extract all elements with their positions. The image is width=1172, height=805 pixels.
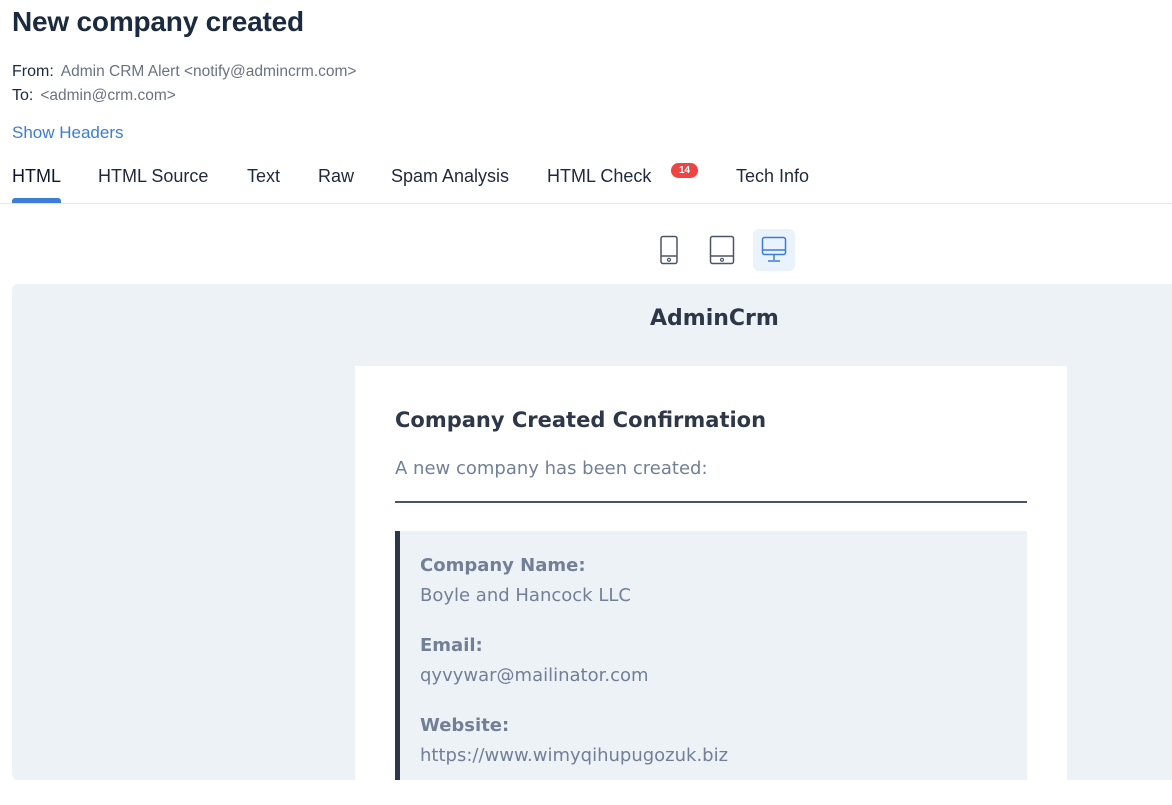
to-row: To: <admin@crm.com> [12, 87, 176, 105]
divider [395, 501, 1027, 503]
tab-bar: HTML HTML Source Text Raw Spam Analysis … [0, 160, 1172, 204]
device-desktop-button[interactable] [753, 229, 795, 271]
email-card: Company Created Confirmation A new compa… [355, 366, 1067, 780]
company-name-value: Boyle and Hancock LLC [420, 585, 631, 606]
tab-html-source[interactable]: HTML Source [98, 166, 208, 187]
email-subject: New company created [12, 6, 304, 37]
company-name-label: Company Name: [420, 555, 586, 576]
show-headers-link[interactable]: Show Headers [12, 123, 124, 143]
device-mobile-button[interactable] [648, 229, 690, 271]
html-check-badge: 14 [671, 163, 698, 178]
email-value: qyvywar@mailinator.com [420, 665, 649, 686]
website-label: Website: [420, 715, 510, 736]
company-details-panel: Company Name: Boyle and Hancock LLC Emai… [395, 531, 1027, 780]
tab-spam-analysis[interactable]: Spam Analysis [391, 166, 509, 187]
tab-tech-info[interactable]: Tech Info [736, 166, 809, 187]
email-label: Email: [420, 635, 483, 656]
device-tablet-button[interactable] [701, 229, 743, 271]
from-label: From: [12, 63, 54, 80]
card-intro: A new company has been created: [395, 458, 708, 479]
desktop-icon [761, 236, 787, 262]
card-title: Company Created Confirmation [395, 408, 767, 432]
from-value: Admin CRM Alert <notify@admincrm.com> [60, 63, 357, 80]
tab-html[interactable]: HTML [12, 166, 61, 187]
tab-text[interactable]: Text [247, 166, 280, 187]
active-tab-indicator [12, 198, 61, 203]
tablet-icon [709, 235, 735, 265]
tab-html-check[interactable]: HTML Check [547, 166, 651, 187]
email-preview: AdminCrm Company Created Confirmation A … [12, 284, 1172, 780]
to-value: <admin@crm.com> [40, 87, 176, 104]
from-row: From: Admin CRM Alert <notify@admincrm.c… [12, 63, 356, 81]
to-label: To: [12, 87, 34, 104]
website-value: https://www.wimyqihupugozuk.biz [420, 745, 729, 766]
brand-name: AdminCrm [650, 306, 779, 331]
tab-raw[interactable]: Raw [318, 166, 354, 187]
mobile-icon [660, 235, 678, 265]
